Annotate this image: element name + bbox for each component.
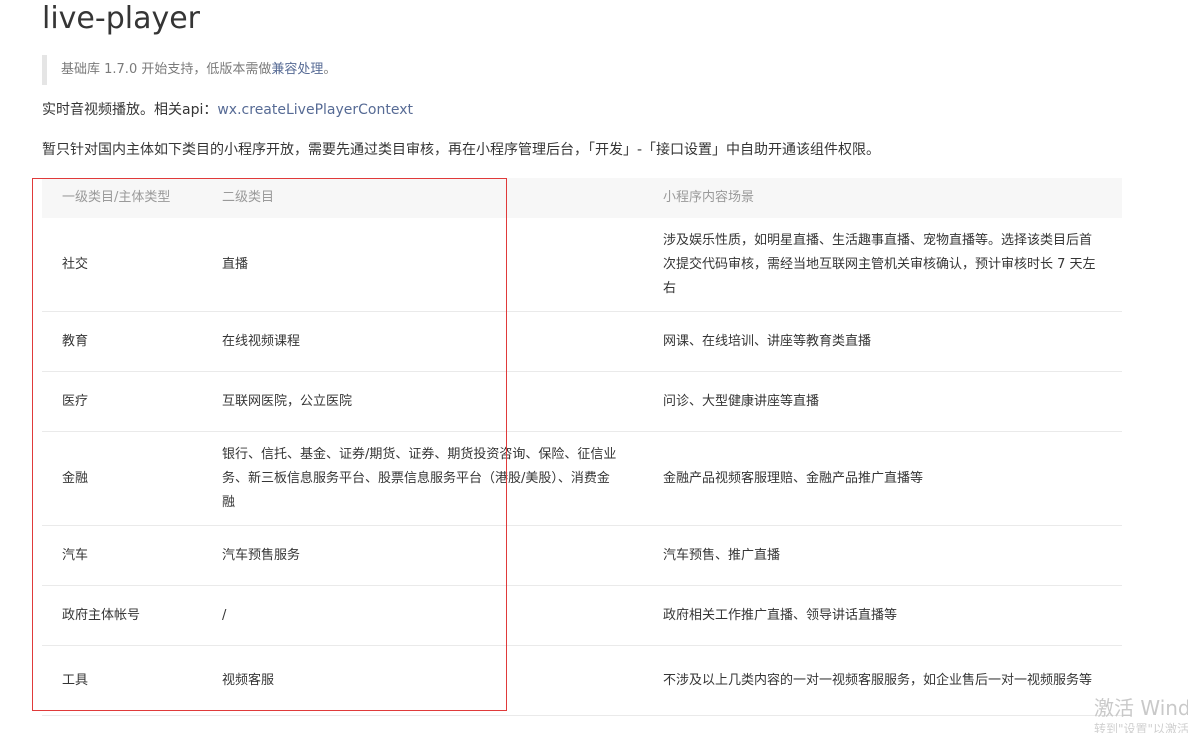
header-secondary-category: 二级类目 [222, 190, 275, 205]
cell-scenario: 问诊、大型健康讲座等直播 [663, 393, 820, 409]
cell-secondary: 银行、信托、基金、证券/期货、证券、期货投资咨询、保险、征信业务、新三板信息服务… [222, 446, 617, 510]
table-row: 教育 在线视频课程 网课、在线培训、讲座等教育类直播 [42, 312, 1122, 372]
doc-page: live-player 基础库 1.7.0 开始支持，低版本需做兼容处理。 实时… [0, 0, 1188, 733]
version-note-suffix: 。 [323, 62, 337, 77]
intro-line: 实时音视频播放。相关api：wx.createLivePlayerContext [42, 98, 413, 122]
table-row: 工具 视频客服 不涉及以上几类内容的一对一视频客服服务，如企业售后一对一视频服务… [42, 646, 1122, 716]
intro-text: 实时音视频播放。相关api： [42, 102, 218, 118]
cell-secondary: 视频客服 [222, 672, 275, 688]
table-header-row: 一级类目/主体类型 二级类目 小程序内容场景 [42, 178, 1122, 218]
cell-primary: 医疗 [62, 393, 89, 409]
cell-secondary: 直播 [222, 256, 249, 272]
compat-link[interactable]: 兼容处理 [271, 62, 323, 77]
cell-secondary: 汽车预售服务 [222, 547, 301, 563]
api-link[interactable]: wx.createLivePlayerContext [217, 102, 413, 118]
activation-watermark: 激活 Windows [1094, 696, 1188, 720]
table-row: 社交 直播 涉及娱乐性质，如明星直播、生活趣事直播、宠物直播等。选择该类目后首次… [42, 218, 1122, 312]
activation-watermark-sub: 转到"设置"以激活 Windows。 [1094, 722, 1188, 733]
version-note-prefix: 基础库 1.7.0 开始支持，低版本需做 [61, 62, 272, 77]
cell-scenario: 汽车预售、推广直播 [663, 547, 781, 563]
cell-primary: 汽车 [62, 547, 89, 563]
version-note: 基础库 1.7.0 开始支持，低版本需做兼容处理。 [42, 55, 462, 85]
cell-primary: 政府主体帐号 [62, 607, 141, 623]
cell-primary: 金融 [62, 470, 89, 486]
cell-primary: 社交 [62, 256, 89, 272]
table-row: 政府主体帐号 / 政府相关工作推广直播、领导讲话直播等 [42, 586, 1122, 646]
cell-secondary: 互联网医院，公立医院 [222, 393, 353, 409]
table-row: 金融 银行、信托、基金、证券/期货、证券、期货投资咨询、保险、征信业务、新三板信… [42, 432, 1122, 526]
cell-scenario: 涉及娱乐性质，如明星直播、生活趣事直播、宠物直播等。选择该类目后首次提交代码审核… [663, 232, 1096, 296]
category-table: 一级类目/主体类型 二级类目 小程序内容场景 社交 直播 涉及娱乐性质，如明星直… [42, 178, 1122, 716]
cell-primary: 工具 [62, 672, 89, 688]
cell-secondary: / [222, 607, 227, 623]
cell-scenario: 网课、在线培训、讲座等教育类直播 [663, 333, 872, 349]
cell-scenario: 金融产品视频客服理赔、金融产品推广直播等 [663, 470, 924, 486]
table-row: 医疗 互联网医院，公立医院 问诊、大型健康讲座等直播 [42, 372, 1122, 432]
cell-secondary: 在线视频课程 [222, 333, 301, 349]
cell-primary: 教育 [62, 333, 89, 349]
table-row: 汽车 汽车预售服务 汽车预售、推广直播 [42, 526, 1122, 586]
page-title: live-player [42, 1, 201, 36]
header-scenario: 小程序内容场景 [663, 190, 755, 205]
cell-scenario: 不涉及以上几类内容的一对一视频客服服务，如企业售后一对一视频服务等 [663, 672, 1093, 688]
notice-line: 暂只针对国内主体如下类目的小程序开放，需要先通过类目审核，再在小程序管理后台，「… [42, 142, 881, 158]
cell-scenario: 政府相关工作推广直播、领导讲话直播等 [663, 607, 898, 623]
header-primary-category: 一级类目/主体类型 [62, 190, 171, 205]
